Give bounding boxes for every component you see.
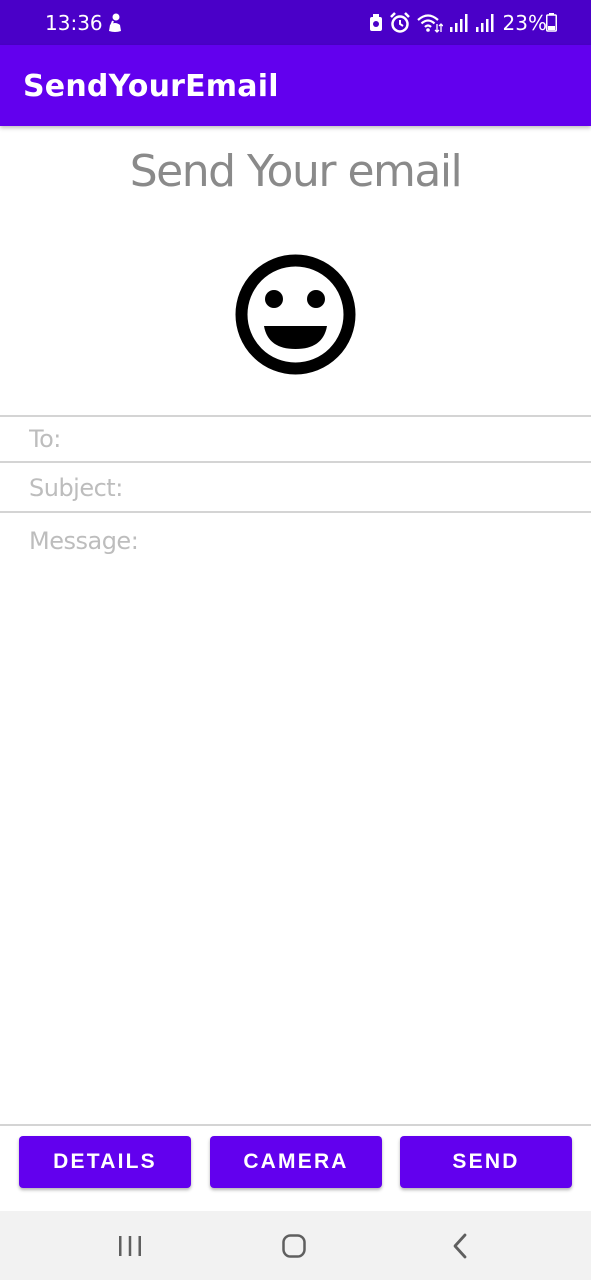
battery-percent: 23%	[502, 11, 547, 35]
send-button[interactable]: SEND	[400, 1136, 572, 1188]
subject-field[interactable]	[0, 465, 591, 513]
signal-icon	[449, 14, 468, 32]
back-icon[interactable]	[440, 1231, 480, 1261]
home-icon[interactable]	[274, 1231, 314, 1261]
signal-icon-2	[475, 14, 494, 32]
battery-icon	[546, 13, 557, 32]
recents-icon[interactable]	[110, 1231, 150, 1261]
smiley-icon	[235, 254, 356, 375]
notification-icon	[109, 13, 121, 32]
wifi-icon	[416, 14, 443, 33]
app-title: SendYourEmail	[23, 69, 279, 104]
status-icons: 23%	[369, 11, 547, 35]
camera-button[interactable]: CAMERA	[210, 1136, 382, 1188]
navigation-bar	[0, 1211, 591, 1280]
details-button[interactable]: DETAILS	[19, 1136, 191, 1188]
alarm-icon	[389, 12, 410, 33]
app-bar: SendYourEmail	[0, 45, 591, 126]
storage-icon	[369, 14, 382, 31]
status-time: 13:36	[45, 11, 103, 35]
status-bar: 13:36 23%	[0, 0, 591, 45]
page-heading: Send Your email	[129, 146, 463, 197]
to-field[interactable]	[0, 415, 591, 463]
message-field[interactable]	[0, 515, 591, 1126]
